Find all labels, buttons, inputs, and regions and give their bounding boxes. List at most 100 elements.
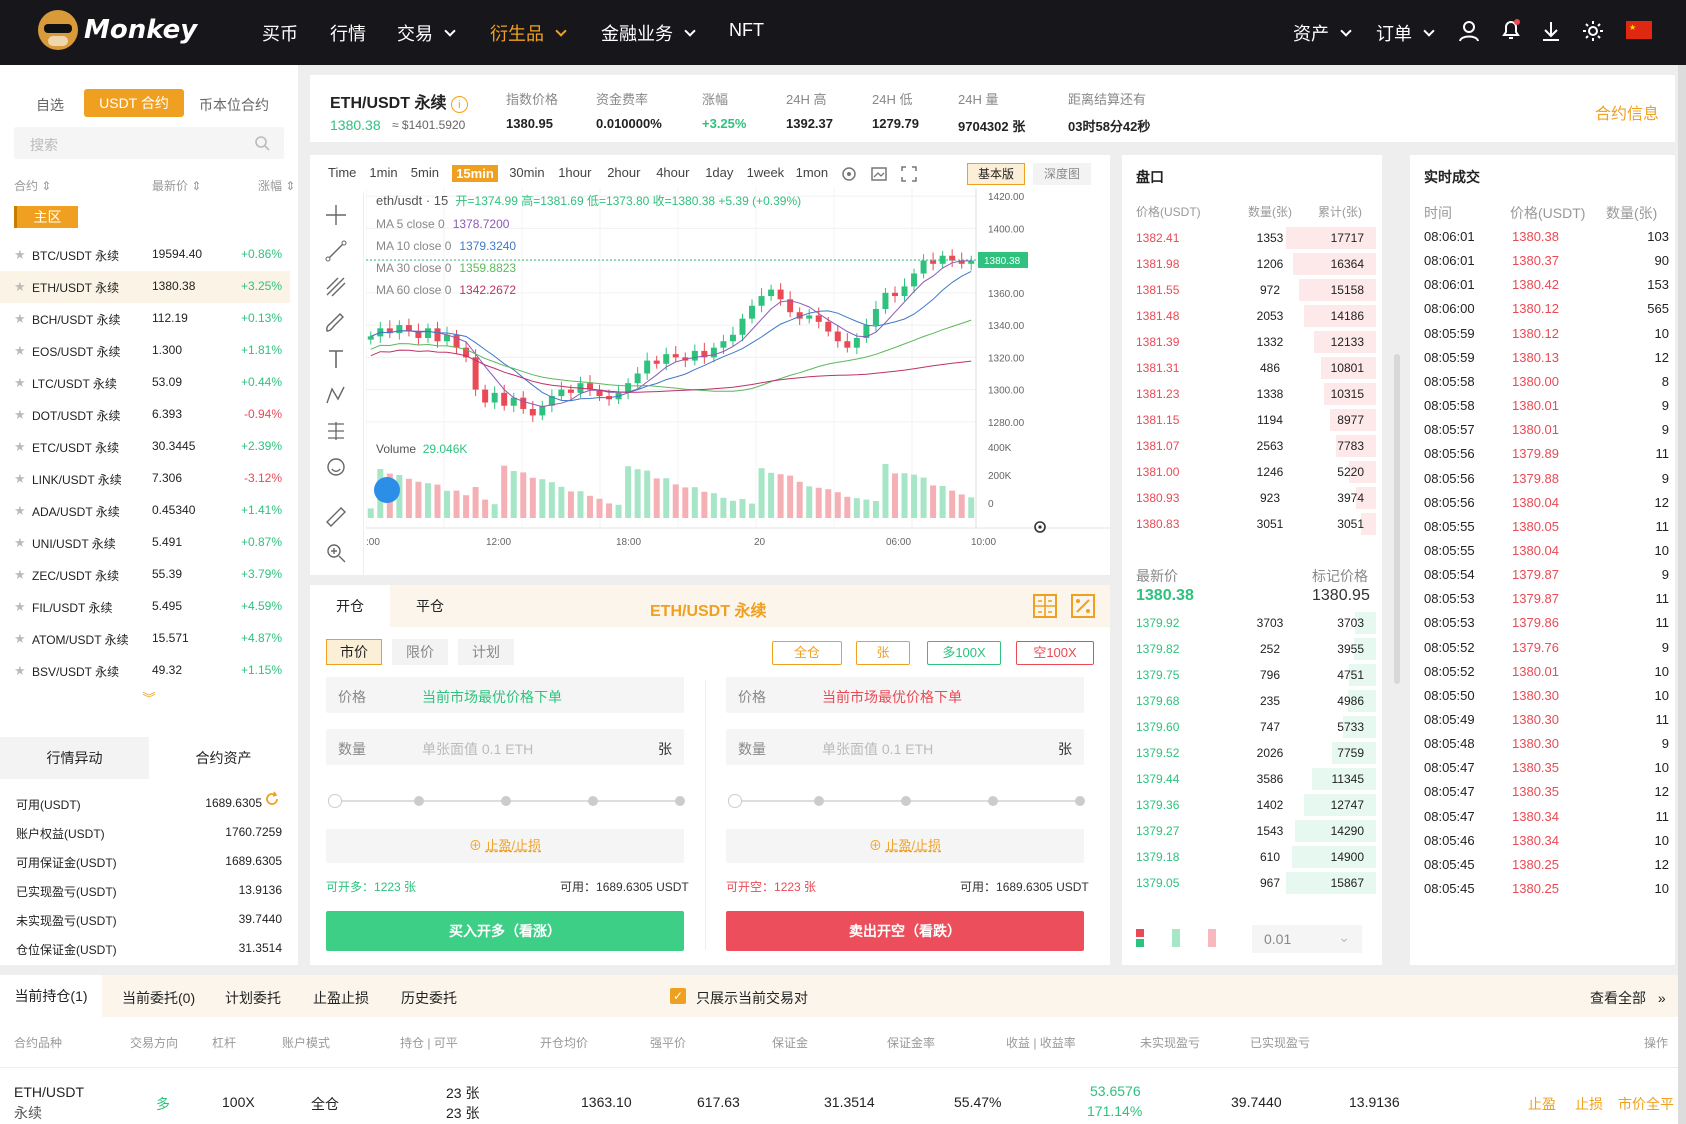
pos-stop-loss-button[interactable]: 止损 xyxy=(1575,1094,1603,1114)
expand-more-icon[interactable]: ︾ xyxy=(0,688,298,706)
market-row[interactable]: ★ FIL/USDT 永续 5.495 +4.59% xyxy=(0,591,290,623)
orderbook-row[interactable]: 1381.31 486 10801 xyxy=(1136,355,1376,381)
china-flag-icon[interactable]: ★ xyxy=(1626,21,1652,39)
fib-tool-icon[interactable] xyxy=(324,275,348,299)
orderbook-row[interactable]: 1379.44 3586 11345 xyxy=(1136,766,1376,792)
mode-depth-button[interactable]: 深度图 xyxy=(1033,163,1091,185)
star-icon[interactable]: ★ xyxy=(14,247,26,263)
tab-coin-futures[interactable]: 币本位合约 xyxy=(199,95,269,115)
star-icon[interactable]: ★ xyxy=(14,311,26,327)
refresh-icon[interactable] xyxy=(264,791,280,807)
pos-market-close-button[interactable]: 市价全平 xyxy=(1618,1094,1674,1114)
long-tpsl-button[interactable]: ⊕ 止盈/止损 xyxy=(326,829,684,863)
percent-icon[interactable] xyxy=(1070,593,1096,619)
nav-trade[interactable]: 交易 xyxy=(397,20,456,46)
orderbook-row[interactable]: 1381.98 1206 16364 xyxy=(1136,251,1376,277)
long-qty-field[interactable]: 数量 单张面值 0.1 ETH 张 xyxy=(326,729,684,765)
short-tpsl-button[interactable]: ⊕ 止盈/止损 xyxy=(726,829,1084,863)
unit-select[interactable]: 张 xyxy=(856,641,910,665)
orderbook-row[interactable]: 1379.92 3703 3703 xyxy=(1136,610,1376,636)
col-price-sort[interactable]: 最新价 ⇕ xyxy=(152,177,201,194)
short-amount-slider[interactable] xyxy=(728,794,1085,808)
tab-market-alerts[interactable]: 行情异动 xyxy=(0,737,149,779)
star-icon[interactable]: ★ xyxy=(14,567,26,583)
nav-buy-crypto[interactable]: 买币 xyxy=(262,20,298,46)
interval-4hour[interactable]: 4hour xyxy=(656,165,689,180)
tab-close-position[interactable]: 平仓 xyxy=(390,585,470,627)
contract-info-link[interactable]: 合约信息 xyxy=(1595,100,1659,124)
col-change-sort[interactable]: 涨幅 ⇕ xyxy=(258,177,295,194)
orderbook-row[interactable]: 1381.55 972 15158 xyxy=(1136,277,1376,303)
star-icon[interactable]: ★ xyxy=(14,439,26,455)
market-row[interactable]: ★ LINK/USDT 永续 7.306 -3.12% xyxy=(0,463,290,495)
short-qty-field[interactable]: 数量 单张面值 0.1 ETH 张 xyxy=(726,729,1084,765)
filter-checkbox[interactable]: ✓ xyxy=(670,988,686,1004)
mode-basic-button[interactable]: 基本版 xyxy=(967,163,1025,185)
star-icon[interactable]: ★ xyxy=(14,279,26,295)
market-row[interactable]: ★ LTC/USDT 永续 53.09 +0.44% xyxy=(0,367,290,399)
tab-usdt-futures[interactable]: USDT 合约 xyxy=(84,89,184,117)
tab-open-orders[interactable]: 当前委托(0) xyxy=(122,988,195,1008)
tab-current-positions[interactable]: 当前持仓(1) xyxy=(0,975,102,1017)
interval-1mon[interactable]: 1mon xyxy=(796,165,829,180)
short-leverage-button[interactable]: 空100X xyxy=(1016,641,1094,665)
orderbook-row[interactable]: 1379.75 796 4751 xyxy=(1136,662,1376,688)
orderbook-row[interactable]: 1381.48 2053 14186 xyxy=(1136,303,1376,329)
order-type-market[interactable]: 市价 xyxy=(326,639,382,665)
long-leverage-button[interactable]: 多100X xyxy=(927,641,1001,665)
col-symbol-sort[interactable]: 合约 ⇕ xyxy=(14,177,51,194)
market-row[interactable]: ★ BTC/USDT 永续 19594.40 +0.86% xyxy=(0,239,290,271)
orderbook-row[interactable]: 1379.82 252 3955 xyxy=(1136,636,1376,662)
interval-1min[interactable]: 1min xyxy=(369,165,397,180)
long-price-field[interactable]: 价格 当前市场最优价格下单 xyxy=(326,677,684,713)
market-row[interactable]: ★ DOT/USDT 永续 6.393 -0.94% xyxy=(0,399,290,431)
nav-finance[interactable]: 金融业务 xyxy=(601,20,696,46)
market-row[interactable]: ★ EOS/USDT 永续 1.300 +1.81% xyxy=(0,335,290,367)
interval-time[interactable]: Time xyxy=(328,165,356,180)
trendline-icon[interactable] xyxy=(324,239,348,263)
market-search-input[interactable]: 搜索 xyxy=(14,127,284,159)
orderbook-row[interactable]: 1379.52 2026 7759 xyxy=(1136,740,1376,766)
zoom-in-icon[interactable] xyxy=(324,541,348,565)
sell-open-short-button[interactable]: 卖出开空（看跌） xyxy=(726,911,1084,951)
orderbook-row[interactable]: 1379.18 610 14900 xyxy=(1136,844,1376,870)
tab-contract-assets[interactable]: 合约资产 xyxy=(149,737,298,779)
star-icon[interactable]: ★ xyxy=(14,375,26,391)
star-icon[interactable]: ★ xyxy=(14,663,26,679)
view-all-link[interactable]: 查看全部 » xyxy=(1590,988,1666,1008)
fullscreen-icon[interactable] xyxy=(900,165,918,183)
ticker-symbol[interactable]: ETH/USDT 永续 i xyxy=(330,89,468,113)
tab-tpsl-orders[interactable]: 止盈止损 xyxy=(313,988,369,1008)
crosshair-icon[interactable] xyxy=(324,203,348,227)
market-row[interactable]: ★ BCH/USDT 永续 112.19 +0.13% xyxy=(0,303,290,335)
market-row[interactable]: ★ ETH/USDT 永续 1380.38 +3.25% xyxy=(0,271,290,303)
tab-open-position[interactable]: 开仓 xyxy=(310,585,390,627)
star-icon[interactable]: ★ xyxy=(14,503,26,519)
interval-1day[interactable]: 1day xyxy=(705,165,733,180)
margin-mode-cross[interactable]: 全仓 xyxy=(772,641,842,665)
orderbook-row[interactable]: 1379.36 1402 12747 xyxy=(1136,792,1376,818)
brand-logo[interactable]: Monkey xyxy=(38,10,197,50)
tab-plan-orders[interactable]: 计划委托 xyxy=(225,988,281,1008)
interval-2hour[interactable]: 2hour xyxy=(607,165,640,180)
tab-favorites[interactable]: 自选 xyxy=(36,95,64,115)
orderbook-row[interactable]: 1379.05 967 15867 xyxy=(1136,870,1376,896)
orderbook-scrollbar[interactable] xyxy=(1394,354,1400,684)
order-type-limit[interactable]: 限价 xyxy=(392,639,448,665)
orderbook-row[interactable]: 1379.27 1543 14290 xyxy=(1136,818,1376,844)
precision-select[interactable]: 0.01 ⌄ xyxy=(1252,925,1362,953)
market-row[interactable]: ★ ADA/USDT 永续 0.45340 +1.41% xyxy=(0,495,290,527)
orderbook-row[interactable]: 1379.68 235 4986 xyxy=(1136,688,1376,714)
layout-asks-icon[interactable] xyxy=(1208,929,1230,949)
orderbook-row[interactable]: 1382.41 1353 17717 xyxy=(1136,225,1376,251)
order-type-plan[interactable]: 计划 xyxy=(458,639,514,665)
info-icon[interactable]: i xyxy=(450,96,468,113)
orderbook-row[interactable]: 1381.39 1332 12133 xyxy=(1136,329,1376,355)
nav-derivatives[interactable]: 衍生品 xyxy=(490,20,567,46)
orderbook-row[interactable]: 1380.83 3051 3051 xyxy=(1136,511,1376,537)
emoji-icon[interactable] xyxy=(324,455,348,479)
screenshot-icon[interactable] xyxy=(870,165,888,183)
calculator-icon[interactable] xyxy=(1032,593,1058,619)
page-scrollbar[interactable] xyxy=(1678,65,1686,1124)
settings-gear-icon[interactable] xyxy=(840,165,858,183)
